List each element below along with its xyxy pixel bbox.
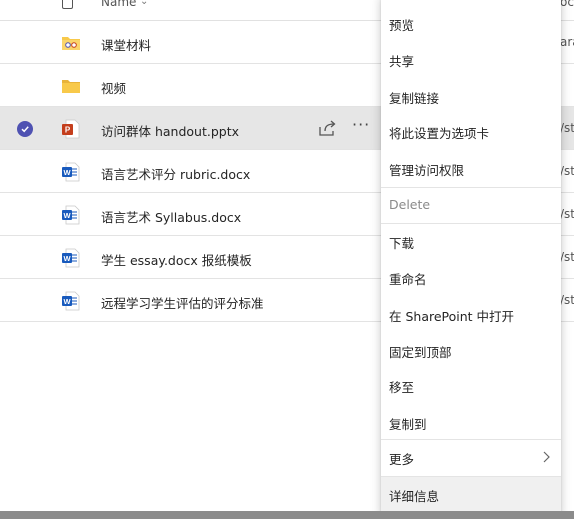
- selected-check-icon[interactable]: [17, 121, 33, 137]
- file-modified-by: /st: [560, 250, 574, 264]
- menu-item-label: 重命名: [389, 272, 427, 287]
- menu-item-label: 共享: [389, 54, 415, 69]
- menu-item-open-in-sharepoint[interactable]: 在 SharePoint 中打开: [381, 297, 561, 331]
- file-modified-by: /st: [560, 293, 574, 307]
- menu-item-pin-to-top[interactable]: 固定到顶部: [381, 333, 561, 367]
- file-name[interactable]: 远程学习学生评估的评分标准: [101, 293, 264, 312]
- file-name[interactable]: 学生 essay.docx 报纸模板: [101, 250, 252, 269]
- more-options-icon[interactable]: ···: [352, 115, 370, 134]
- menu-item-make-tab[interactable]: 将此设置为选项卡: [381, 114, 561, 148]
- bottom-scrollbar[interactable]: [0, 511, 574, 519]
- menu-item-label: 将此设置为选项卡: [389, 126, 490, 141]
- file-context-menu: 预览 共享 复制链接 将此设置为选项卡 管理访问权限 Delete 下载 重命名…: [381, 0, 561, 515]
- word-icon: W: [62, 162, 80, 182]
- menu-item-copy-to[interactable]: 复制到: [381, 405, 561, 439]
- file-name[interactable]: 访问群体 handout.pptx: [101, 121, 239, 140]
- name-column-header[interactable]: Name: [101, 0, 136, 9]
- menu-item-label: 更多: [389, 452, 415, 467]
- menu-item-details[interactable]: 详细信息: [381, 477, 561, 511]
- column-header-truncated[interactable]: oc: [560, 0, 574, 9]
- menu-item-label: Delete: [389, 197, 431, 212]
- menu-item-share[interactable]: 共享: [381, 42, 561, 76]
- word-icon: W: [62, 291, 80, 311]
- menu-item-label: 复制到: [389, 417, 427, 432]
- class-materials-folder-icon: [62, 37, 80, 50]
- menu-item-label: 下载: [389, 236, 415, 251]
- powerpoint-icon: P: [62, 119, 80, 139]
- chevron-right-icon: [543, 451, 550, 463]
- menu-item-label: 固定到顶部: [389, 345, 452, 360]
- svg-text:W: W: [63, 254, 71, 263]
- svg-text:W: W: [63, 297, 71, 306]
- menu-item-more[interactable]: 更多: [381, 440, 561, 474]
- file-modified-by: /st: [560, 121, 574, 135]
- folder-icon: [62, 80, 80, 93]
- file-name[interactable]: 语言艺术评分 rubric.docx: [101, 164, 250, 183]
- file-name[interactable]: 语言艺术 Syllabus.docx: [101, 207, 241, 226]
- files-app: Name ⌄ oc 课堂材料 ara 视频 P 访问群体 han: [0, 0, 574, 519]
- share-icon[interactable]: [317, 119, 337, 137]
- menu-item-label: 移至: [389, 380, 415, 395]
- menu-item-label: 管理访问权限: [389, 163, 465, 178]
- menu-item-copy-link[interactable]: 复制链接: [381, 79, 561, 113]
- svg-text:P: P: [65, 126, 71, 135]
- file-modified-by: /st: [560, 164, 574, 178]
- menu-item-label: 预览: [389, 18, 415, 33]
- menu-item-label: 在 SharePoint 中打开: [389, 309, 515, 324]
- menu-item-delete: Delete: [381, 188, 561, 222]
- file-modified-by: ara: [560, 35, 574, 49]
- menu-item-rename[interactable]: 重命名: [381, 260, 561, 294]
- menu-item-preview[interactable]: 预览: [381, 6, 561, 40]
- svg-text:W: W: [63, 168, 71, 177]
- menu-item-label: 详细信息: [389, 489, 440, 504]
- menu-item-download[interactable]: 下载: [381, 224, 561, 258]
- sort-chevron-icon[interactable]: ⌄: [140, 0, 148, 7]
- menu-item-manage-access[interactable]: 管理访问权限: [381, 151, 561, 185]
- menu-item-move-to[interactable]: 移至: [381, 368, 561, 402]
- file-name[interactable]: 视频: [101, 78, 126, 97]
- select-all-checkbox[interactable]: [62, 0, 73, 9]
- word-icon: W: [62, 248, 80, 268]
- file-modified-by: /st: [560, 207, 574, 221]
- file-name[interactable]: 课堂材料: [101, 35, 151, 54]
- menu-item-label: 复制链接: [389, 91, 440, 106]
- svg-text:W: W: [63, 211, 71, 220]
- word-icon: W: [62, 205, 80, 225]
